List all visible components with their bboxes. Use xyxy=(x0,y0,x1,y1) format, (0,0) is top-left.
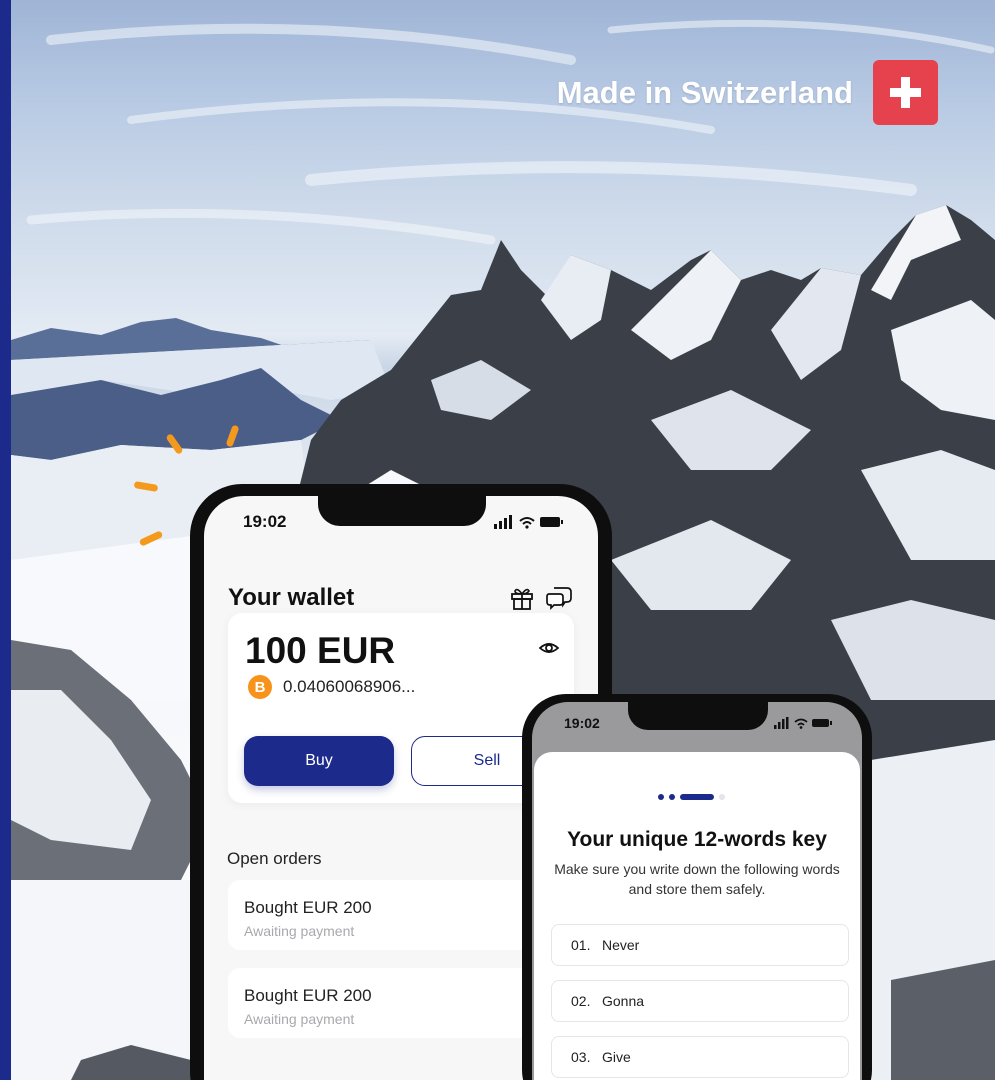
seed-word-item: 03. Give xyxy=(551,1036,849,1078)
seed-word-number: 02. xyxy=(571,993,591,1009)
step-indicator xyxy=(658,794,725,800)
seed-word-number: 01. xyxy=(571,937,591,953)
signal-wifi-battery-icon xyxy=(774,717,832,729)
order-title: Bought EUR 200 xyxy=(244,986,372,1005)
seed-word: Never xyxy=(602,937,640,953)
btc-balance-row: B 0.04060068906... xyxy=(248,675,415,699)
seed-phrase-screen: 19:02 Your unique 12-words key Make sure… xyxy=(532,702,862,1080)
order-status: Awaiting payment xyxy=(244,923,355,939)
swiss-flag-icon xyxy=(873,60,938,125)
seed-phrase-description: Make sure you write down the following w… xyxy=(554,861,840,897)
status-time: 19:02 xyxy=(564,715,600,731)
status-icons xyxy=(494,515,566,529)
chat-support-icon[interactable] xyxy=(545,584,572,611)
seed-word: Gonna xyxy=(602,993,645,1009)
seed-phrase-phone: 19:02 Your unique 12-words key Make sure… xyxy=(522,694,872,1080)
bitcoin-icon: B xyxy=(248,675,272,699)
status-icons xyxy=(774,717,834,729)
open-orders-heading: Open orders xyxy=(227,849,322,868)
phone-notch xyxy=(628,702,768,730)
eye-icon[interactable] xyxy=(538,637,560,659)
seed-word-item: 02. Gonna xyxy=(551,980,849,1022)
wallet-title: Your wallet xyxy=(228,584,355,611)
gift-icon[interactable] xyxy=(509,585,535,611)
seed-phrase-sheet: Your unique 12-words key Make sure you w… xyxy=(534,752,860,1080)
seed-word-number: 03. xyxy=(571,1049,591,1065)
seed-phrase-title: Your unique 12-words key xyxy=(567,828,827,851)
phone-notch xyxy=(318,496,486,526)
seed-word-item: 01. Never xyxy=(551,924,849,966)
hero-stage: Made in Switzerland 19:02 Your wallet 10… xyxy=(0,0,995,1080)
buy-button[interactable]: Buy xyxy=(244,736,394,786)
order-title: Bought EUR 200 xyxy=(244,898,372,917)
btc-amount: 0.04060068906... xyxy=(283,677,416,696)
signal-wifi-battery-icon xyxy=(494,515,563,529)
left-accent-stripe xyxy=(0,0,11,1080)
badge-text: Made in Switzerland xyxy=(556,74,853,110)
order-status: Awaiting payment xyxy=(244,1011,355,1027)
made-in-switzerland-badge: Made in Switzerland xyxy=(557,60,938,125)
status-time: 19:02 xyxy=(243,512,287,531)
balance-amount: 100 EUR xyxy=(245,630,396,671)
seed-word: Give xyxy=(602,1049,631,1065)
